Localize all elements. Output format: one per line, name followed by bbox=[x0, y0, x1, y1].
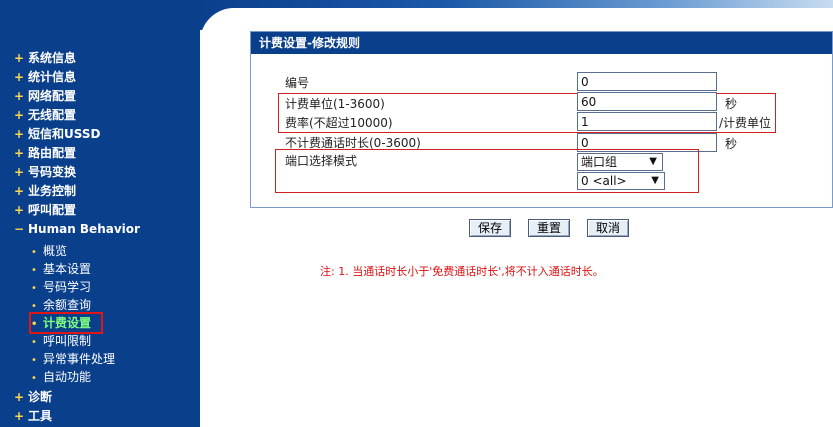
billing-unit-label: 计费单位(1-3600) bbox=[285, 97, 385, 111]
reset-button[interactable]: 重置 bbox=[528, 219, 570, 237]
sidebar-subitem-call-restriction[interactable]: • 呼叫限制 bbox=[31, 332, 91, 350]
active-item-highlight bbox=[29, 312, 103, 334]
sidebar-item-human-behavior[interactable]: − Human Behavior bbox=[14, 220, 140, 239]
note-text: 注: 1. 当通话时长小于'免费通话时长',将不计入通话时长。 bbox=[320, 265, 604, 278]
port-group-value: 0 <all> bbox=[581, 174, 627, 188]
number-input[interactable] bbox=[577, 72, 717, 91]
sidebar-item-diagnostics[interactable]: + 诊断 bbox=[14, 388, 52, 407]
expand-icon: + bbox=[14, 127, 25, 141]
expand-icon: + bbox=[14, 184, 25, 198]
sidebar-item-label: 系统信息 bbox=[28, 51, 77, 65]
subitem-label: 号码学习 bbox=[43, 280, 92, 294]
sidebar-item-label: 业务控制 bbox=[28, 184, 77, 198]
port-group-select[interactable]: 0 <all> ▼ bbox=[577, 172, 665, 190]
bullet-icon: • bbox=[31, 373, 37, 384]
sidebar-item-statistics[interactable]: + 统计信息 bbox=[14, 68, 76, 87]
expand-icon: + bbox=[14, 89, 25, 103]
billing-unit-input[interactable] bbox=[577, 92, 717, 111]
sidebar-item-tools[interactable]: + 工具 bbox=[14, 407, 52, 426]
billing-unit-suffix: 秒 bbox=[725, 97, 738, 111]
rate-suffix: /计费单位 bbox=[719, 116, 772, 130]
free-duration-suffix: 秒 bbox=[725, 137, 738, 151]
panel-title: 计费设置-修改规则 bbox=[251, 32, 832, 54]
sidebar-item-routing[interactable]: + 路由配置 bbox=[14, 144, 76, 163]
number-label: 编号 bbox=[285, 76, 310, 90]
subitem-label: 余额查询 bbox=[43, 298, 92, 312]
sidebar-subitem-overview[interactable]: • 概览 bbox=[31, 242, 67, 260]
sidebar-item-wireless[interactable]: + 无线配置 bbox=[14, 106, 76, 125]
expand-icon: + bbox=[14, 146, 25, 160]
collapse-icon: − bbox=[14, 222, 25, 236]
expand-icon: + bbox=[14, 409, 25, 423]
cancel-button[interactable]: 取消 bbox=[587, 219, 629, 237]
sidebar-item-label: 路由配置 bbox=[28, 146, 77, 160]
subitem-label: 异常事件处理 bbox=[43, 352, 116, 366]
dropdown-arrow-icon: ▼ bbox=[649, 156, 657, 167]
subitem-label: 呼叫限制 bbox=[43, 334, 92, 348]
sidebar-item-network[interactable]: + 网络配置 bbox=[14, 87, 76, 106]
save-button[interactable]: 保存 bbox=[469, 219, 511, 237]
sidebar-item-service-control[interactable]: + 业务控制 bbox=[14, 182, 76, 201]
sidebar-subitem-basic-settings[interactable]: • 基本设置 bbox=[31, 260, 91, 278]
rate-label: 费率(不超过10000) bbox=[285, 116, 393, 130]
sidebar-item-label: 呼叫配置 bbox=[28, 203, 77, 217]
subitem-label: 概览 bbox=[43, 244, 68, 258]
sidebar-item-call-config[interactable]: + 呼叫配置 bbox=[14, 201, 76, 220]
sidebar-item-label: 工具 bbox=[28, 409, 53, 423]
expand-icon: + bbox=[14, 165, 25, 179]
billing-rule-panel: 计费设置-修改规则 编号 计费单位(1-3600) 秒 费率(不超过10000)… bbox=[250, 31, 833, 208]
sidebar-item-label: 短信和USSD bbox=[28, 127, 101, 141]
expand-icon: + bbox=[14, 70, 25, 84]
expand-icon: + bbox=[14, 51, 25, 65]
sidebar-item-label: 诊断 bbox=[28, 390, 53, 404]
sidebar-item-label: Human Behavior bbox=[28, 222, 140, 236]
sidebar-item-label: 网络配置 bbox=[28, 89, 77, 103]
port-mode-value: 端口组 bbox=[581, 155, 618, 169]
expand-icon: + bbox=[14, 390, 25, 404]
sidebar-subitem-auto-functions[interactable]: • 自动功能 bbox=[31, 368, 91, 386]
sidebar: + 系统信息 + 统计信息 + 网络配置 + 无线配置 + 短信和USSD + 路由配置 +… bbox=[0, 0, 200, 427]
expand-icon: + bbox=[14, 108, 25, 122]
expand-icon: + bbox=[14, 203, 25, 217]
sidebar-item-label: 无线配置 bbox=[28, 108, 77, 122]
dropdown-arrow-icon: ▼ bbox=[651, 175, 659, 186]
sidebar-item-label: 统计信息 bbox=[28, 70, 77, 84]
sidebar-subitem-number-learning[interactable]: • 号码学习 bbox=[31, 278, 91, 296]
sidebar-subitem-exception-handling[interactable]: • 异常事件处理 bbox=[31, 350, 115, 368]
port-mode-label: 端口选择模式 bbox=[285, 154, 358, 168]
subitem-label: 基本设置 bbox=[43, 262, 92, 276]
sidebar-item-label: 号码变换 bbox=[28, 165, 77, 179]
sidebar-item-system-info[interactable]: + 系统信息 bbox=[14, 49, 76, 68]
sidebar-item-number-transform[interactable]: + 号码变换 bbox=[14, 163, 76, 182]
port-mode-select[interactable]: 端口组 ▼ bbox=[577, 153, 663, 171]
rate-input[interactable] bbox=[577, 112, 717, 131]
subitem-label: 自动功能 bbox=[43, 370, 92, 384]
sidebar-item-sms-ussd[interactable]: + 短信和USSD bbox=[14, 125, 100, 144]
